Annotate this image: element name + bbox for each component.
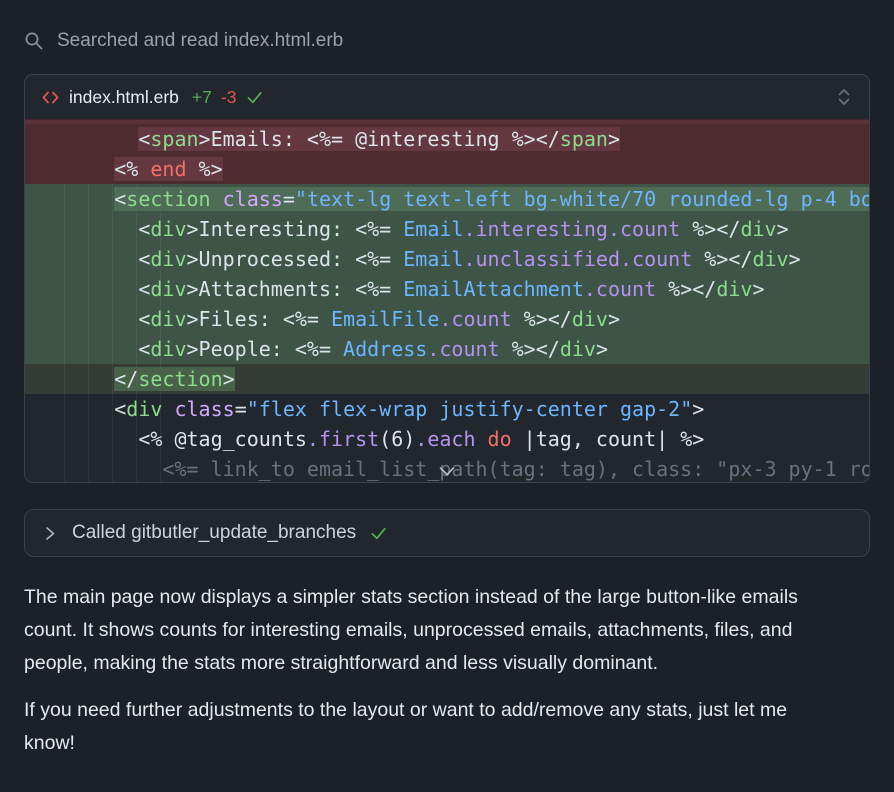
additions-count: +7 (192, 87, 212, 108)
code-line: <div>Unprocessed: <%= Email.unclassified… (25, 244, 869, 274)
tool-status-row: Searched and read index.html.erb (24, 28, 870, 54)
code-line: <div class="flex flex-wrap justify-cente… (25, 394, 869, 424)
code-line: <div>Files: <%= EmailFile.count %></div> (25, 304, 869, 334)
check-icon (369, 524, 388, 543)
unfold-vertical-icon[interactable] (835, 86, 853, 108)
code-line: <div>Attachments: <%= EmailAttachment.co… (25, 274, 869, 304)
tool-call-row[interactable]: Called gitbutler_update_branches (24, 509, 870, 557)
code-line: <span>Emails: <%= @interesting %></span> (25, 124, 869, 154)
chevron-right-icon (42, 524, 59, 543)
code-line: <% end %> (25, 154, 869, 184)
code-line: <section class="text-lg text-left bg-whi… (25, 184, 869, 214)
assistant-message-paragraph: The main page now displays a simpler sta… (24, 581, 824, 680)
file-name: index.html.erb (69, 87, 179, 108)
code-line: <div>Interesting: <%= Email.interesting.… (25, 214, 869, 244)
code-line: </section> (25, 364, 869, 394)
check-icon (245, 88, 264, 107)
search-icon (24, 31, 45, 52)
deletions-count: -3 (221, 87, 237, 108)
code-icon (41, 88, 60, 107)
chevron-down-icon[interactable] (439, 466, 456, 477)
diff-card-header[interactable]: index.html.erb +7 -3 (25, 75, 869, 119)
tool-status-text: Searched and read index.html.erb (57, 30, 343, 52)
diff-code-block: <span>Emails: <%= @interesting %></span>… (25, 119, 869, 482)
chat-panel: Searched and read index.html.erb index.h… (24, 28, 870, 760)
code-line: <div>People: <%= Address.count %></div> (25, 334, 869, 364)
diff-card: index.html.erb +7 -3 <span>Emails: <%= @… (24, 74, 870, 483)
code-line: <% @tag_counts.first(6).each do |tag, co… (25, 424, 869, 454)
tool-call-label: Called gitbutler_update_branches (72, 522, 356, 544)
assistant-message-paragraph: If you need further adjustments to the l… (24, 694, 824, 760)
